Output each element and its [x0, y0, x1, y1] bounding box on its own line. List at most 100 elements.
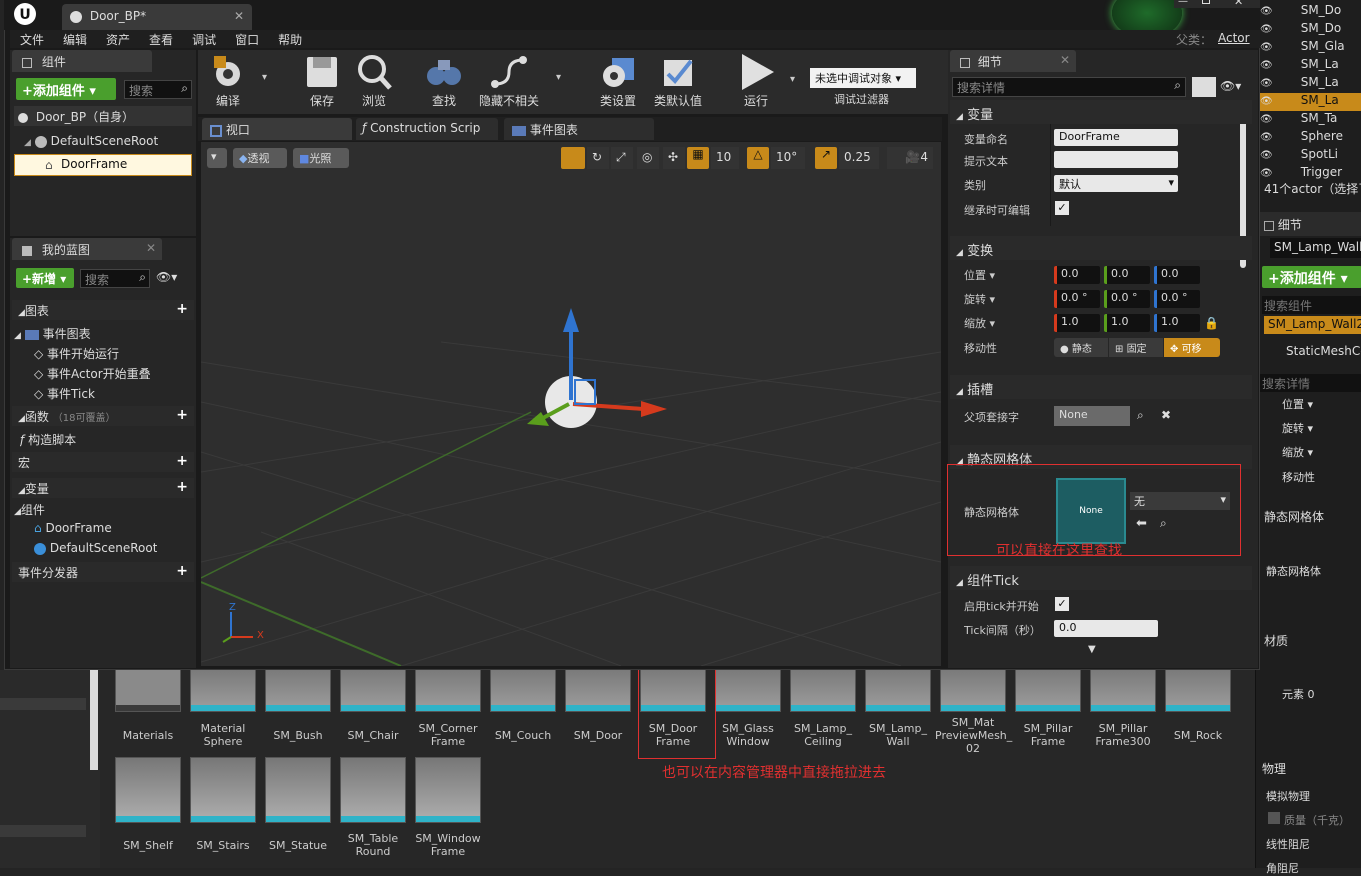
tick-enabled-checkbox[interactable]: ✓ [1055, 597, 1069, 611]
category-variable[interactable]: ◢ 变量 [950, 100, 1252, 124]
surface-snap-icon[interactable]: ✣ [663, 147, 685, 169]
event-begin-play[interactable]: ◇ 事件开始运行 [34, 345, 119, 362]
window-controls[interactable]: — ✕ [1174, 0, 1260, 8]
construction-script-item[interactable]: ƒ 构造脚本 [20, 431, 76, 448]
clear-icon[interactable]: ✖ [1161, 408, 1171, 422]
document-tab[interactable]: Door_BP* ✕ [62, 4, 252, 30]
details-tab[interactable]: 细节 ✕ [950, 50, 1076, 72]
location-z[interactable]: 0.0 [1154, 266, 1200, 284]
menu-item[interactable]: 帮助 [278, 31, 302, 48]
outliner-row[interactable]: 👁 SM_La [1260, 93, 1361, 111]
event-tick[interactable]: ◇ 事件Tick [34, 385, 95, 402]
scale-mode-icon[interactable]: ⤢ [611, 147, 633, 169]
play-button[interactable]: 运行 [726, 52, 786, 109]
asset-tile[interactable] [115, 757, 181, 823]
rotation-label[interactable]: 旋转 ▾ [964, 291, 995, 307]
outliner-row[interactable]: 👁 SM_La [1260, 57, 1361, 75]
maximize-icon[interactable] [1202, 0, 1210, 4]
component-doorframe-selected[interactable]: ⌂ DoorFrame [14, 154, 192, 176]
close-icon[interactable]: ✕ [1060, 53, 1070, 67]
eye-icon[interactable]: 👁 [1260, 24, 1273, 35]
graphs-section[interactable]: ◢图表 + [12, 300, 194, 320]
parent-socket-value[interactable]: None [1054, 406, 1130, 426]
editable-checkbox[interactable]: ✓ [1055, 201, 1069, 215]
lit-button[interactable]: ■光照 [293, 148, 349, 168]
tab-event-graph[interactable]: 事件图表 [504, 118, 654, 140]
category-component-tick[interactable]: ◢ 组件Tick [950, 566, 1252, 590]
add-component-button[interactable]: +添加组件 ▾ [16, 78, 116, 100]
debug-object-select[interactable]: 未选中调试对象 ▾ [810, 68, 916, 88]
rotation-z[interactable]: 0.0 ° [1154, 290, 1200, 308]
bg-mass-checkbox[interactable] [1268, 812, 1280, 824]
eye-icon[interactable]: 👁 [1260, 114, 1273, 125]
window-close-icon[interactable]: ✕ [1234, 0, 1243, 8]
rotation-x[interactable]: 0.0 ° [1054, 290, 1100, 308]
outliner-row[interactable]: 👁 SM_Do [1260, 21, 1361, 39]
tick-interval-input[interactable]: 0.0 [1054, 620, 1158, 637]
rotate-mode-icon[interactable]: ↻ [587, 147, 609, 169]
bg-add-component-button[interactable]: +添加组件 ▾ [1262, 266, 1361, 288]
find-button[interactable]: 查找 [414, 52, 474, 109]
menu-item[interactable]: 文件 [20, 31, 44, 48]
outliner-row[interactable]: 👁 SM_Ta [1260, 111, 1361, 129]
scale-z[interactable]: 1.0 [1154, 314, 1200, 332]
mobility-stationary[interactable]: ⊞ 固定 [1109, 338, 1163, 357]
component-self[interactable]: Door_BP（自身） [14, 106, 192, 126]
menu-item[interactable]: 资产 [106, 31, 130, 48]
menu-item[interactable]: 编辑 [63, 31, 87, 48]
close-icon[interactable]: ✕ [146, 241, 156, 255]
hide-unrelated-dropdown-icon[interactable]: ▾ [556, 72, 561, 83]
bg-selected-actor[interactable]: SM_Lamp_Wall2 [1270, 238, 1361, 258]
bg-search-details[interactable]: 搜索详情 [1260, 374, 1361, 392]
component-scene-root[interactable]: ◢ DefaultSceneRoot [24, 134, 158, 148]
category-sockets[interactable]: ◢ 插槽 [950, 375, 1252, 399]
doorframe-var[interactable]: ⌂ DoorFrame [34, 521, 112, 535]
eye-icon[interactable]: 👁 [1260, 6, 1273, 17]
compile-dropdown-icon[interactable]: ▾ [262, 72, 267, 83]
menu-item[interactable]: 查看 [149, 31, 173, 48]
scale-x[interactable]: 1.0 [1054, 314, 1100, 332]
outliner-row[interactable]: 👁 SM_Do [1260, 3, 1361, 21]
eye-icon[interactable]: 👁 [1260, 96, 1273, 107]
new-button[interactable]: +新增 ▾ [16, 268, 74, 288]
viewport-options-button[interactable]: ▾ [207, 148, 227, 168]
category-select[interactable]: 默认 ▾ [1054, 175, 1178, 192]
eye-icon[interactable]: 👁▾ [1220, 79, 1241, 93]
asset-tile[interactable] [340, 757, 406, 823]
event-graph-item[interactable]: ◢ 事件图表 [14, 325, 91, 342]
location-x[interactable]: 0.0 [1054, 266, 1100, 284]
asset-tile[interactable] [415, 757, 481, 823]
asset-tile[interactable] [190, 757, 256, 823]
minimize-icon[interactable]: — [1178, 0, 1188, 7]
scale-snap-icon[interactable]: ↗ [815, 147, 837, 169]
add-macro-icon[interactable]: + [176, 454, 188, 468]
hide-unrelated-button[interactable]: 隐藏不相关 [474, 52, 544, 109]
details-search-input[interactable]: 搜索详情 ⌕ [952, 77, 1186, 97]
category-transform[interactable]: ◢ 变换 [950, 236, 1252, 260]
camera-speed[interactable]: 🎥4 [887, 147, 933, 169]
perspective-button[interactable]: ◆透视 [233, 148, 287, 168]
add-function-icon[interactable]: + [176, 408, 188, 422]
mobility-movable[interactable]: ✥ 可移 [1164, 338, 1220, 357]
rotation-snap-value[interactable]: 10° [771, 147, 805, 169]
browse-button[interactable]: 浏览 [344, 52, 404, 109]
components-search-input[interactable]: 搜索 ⌕ [124, 80, 192, 99]
property-matrix-icon[interactable] [1192, 77, 1216, 97]
class-defaults-button[interactable]: 类默认值 [648, 52, 708, 109]
play-dropdown-icon[interactable]: ▾ [790, 74, 795, 85]
rotation-y[interactable]: 0.0 ° [1104, 290, 1150, 308]
scale-snap-value[interactable]: 0.25 [839, 147, 879, 169]
functions-section[interactable]: ◢函数 （18可覆盖） + [12, 406, 194, 426]
scene-root-var[interactable]: DefaultSceneRoot [34, 541, 157, 555]
outliner-row[interactable]: 👁 Sphere [1260, 129, 1361, 147]
viewport[interactable]: Z X ▾ ◆透视 ■光照 ↻ ⤢ ◎ ✣ ▦ 10 △ 10° ↗ 0.25 … [201, 142, 941, 666]
location-y[interactable]: 0.0 [1104, 266, 1150, 284]
outliner-row[interactable]: 👁 SM_La [1260, 75, 1361, 93]
world-local-icon[interactable]: ◎ [637, 147, 659, 169]
macros-section[interactable]: 宏 + [12, 452, 194, 472]
dispatchers-section[interactable]: 事件分发器 + [12, 562, 194, 582]
parent-class-link[interactable]: Actor [1218, 31, 1250, 45]
components-var-group[interactable]: ◢组件 [14, 501, 45, 518]
search-icon[interactable]: ⌕ [1137, 408, 1144, 423]
eye-icon[interactable]: 👁 [1260, 42, 1273, 53]
